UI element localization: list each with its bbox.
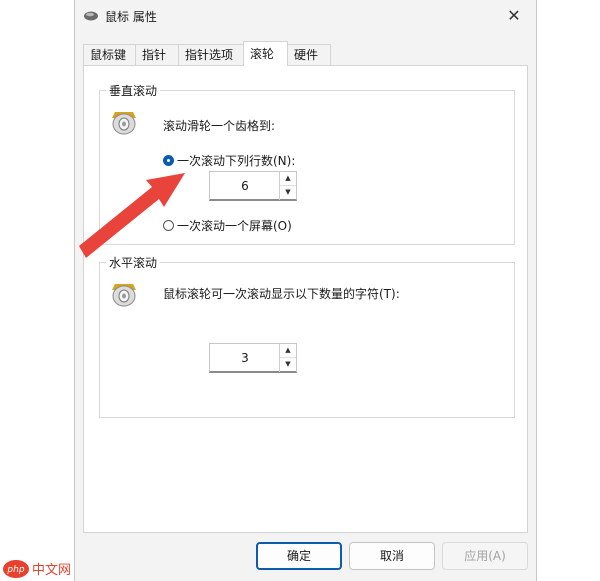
tab-pointers[interactable]: 指针 [135, 44, 179, 65]
mouse-wheel-icon [112, 284, 136, 307]
tab-pointer-options[interactable]: 指针选项 [178, 44, 244, 65]
mouse-properties-dialog: 鼠标 属性 ✕ 鼠标键 指针 指针选项 滚轮 硬件 垂直滚动 滚动滑轮一个齿格到… [74, 0, 537, 581]
radio-scroll-screen[interactable]: 一次滚动一个屏幕(O) [163, 216, 292, 234]
horizontal-scroll-group: 水平滚动 鼠标滚轮可一次滚动显示以下数量的字符(T): ▲ ▼ [99, 254, 515, 418]
radio-scroll-screen-label: 一次滚动一个屏幕(O) [177, 218, 292, 233]
title-bar: 鼠标 属性 ✕ [75, 0, 536, 34]
tab-wheel[interactable]: 滚轮 [243, 41, 288, 66]
chars-stepper-buttons: ▲ ▼ [279, 344, 296, 372]
lines-stepper[interactable]: ▲ ▼ [209, 171, 297, 201]
vertical-scroll-group-label: 垂直滚动 [106, 82, 161, 99]
tab-hardware[interactable]: 硬件 [287, 44, 331, 65]
radio-scroll-screen-indicator[interactable] [163, 219, 174, 231]
lines-input[interactable] [210, 172, 280, 200]
horizontal-scroll-prompt: 鼠标滚轮可一次滚动显示以下数量的字符(T): [163, 287, 400, 301]
close-icon: ✕ [507, 6, 521, 25]
horizontal-scroll-group-label: 水平滚动 [106, 254, 161, 271]
chars-stepper[interactable]: ▲ ▼ [209, 343, 297, 373]
close-button[interactable]: ✕ [500, 4, 528, 28]
tab-panel-wheel: 垂直滚动 滚动滑轮一个齿格到: 一次滚动下列行数(N): ▲ ▼ [83, 65, 528, 533]
vertical-scroll-prompt: 滚动滑轮一个齿格到: [163, 119, 276, 133]
mouse-icon [84, 11, 98, 21]
lines-up-icon[interactable]: ▲ [280, 172, 296, 186]
chars-down-icon[interactable]: ▼ [280, 358, 296, 371]
radio-scroll-lines-label: 一次滚动下列行数(N): [177, 153, 296, 168]
chars-input[interactable] [210, 344, 280, 372]
window-title: 鼠标 属性 [105, 10, 157, 24]
radio-scroll-lines-indicator[interactable] [163, 154, 174, 166]
tab-buttons[interactable]: 鼠标键 [83, 44, 136, 65]
ok-button[interactable]: 确定 [256, 542, 342, 570]
svg-text:php: php [6, 565, 24, 575]
mouse-wheel-icon [112, 112, 136, 135]
lines-down-icon[interactable]: ▼ [280, 186, 296, 199]
apply-button[interactable]: 应用(A) [442, 542, 528, 570]
lines-stepper-buttons: ▲ ▼ [279, 172, 296, 200]
radio-scroll-lines[interactable]: 一次滚动下列行数(N): [163, 151, 295, 169]
watermark-logo: php 中文网 [3, 560, 71, 578]
chars-up-icon[interactable]: ▲ [280, 344, 296, 358]
svg-text:中文网: 中文网 [32, 563, 71, 578]
vertical-scroll-group: 垂直滚动 滚动滑轮一个齿格到: 一次滚动下列行数(N): ▲ ▼ [99, 82, 515, 245]
cancel-button[interactable]: 取消 [349, 542, 435, 570]
